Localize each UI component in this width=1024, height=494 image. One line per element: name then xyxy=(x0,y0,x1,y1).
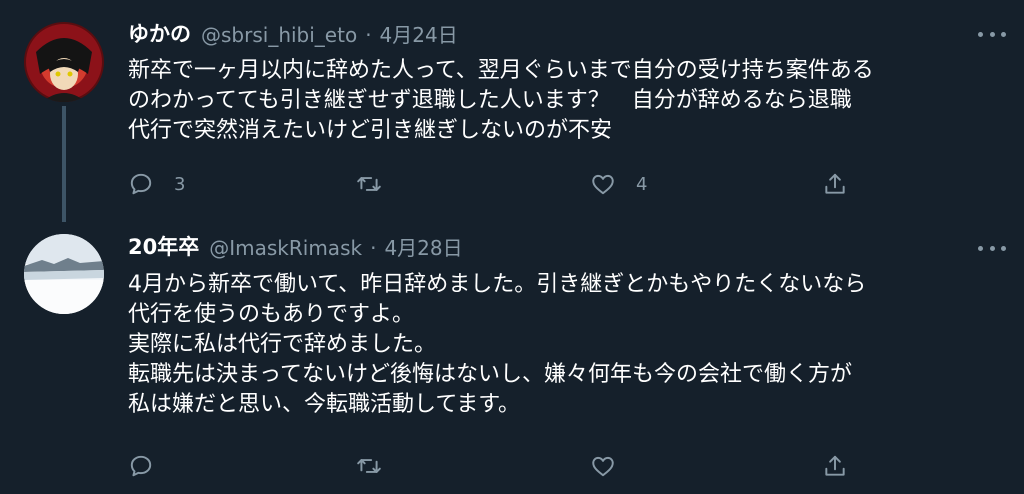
retweet-icon xyxy=(357,177,381,191)
reply-button[interactable] xyxy=(128,448,174,484)
reply-button[interactable]: 3 xyxy=(128,166,185,202)
share-button[interactable] xyxy=(822,448,848,484)
tweet-text-line: 私は嫌だと思い、今転職活動してます。 xyxy=(128,392,521,417)
tweet-actions xyxy=(128,448,858,484)
tweet-header: ゆかの @sbrsi_hibi_eto · 4月24日 xyxy=(128,18,458,48)
tweet-text-line: 代行を使うのもありですよ。 xyxy=(128,302,415,327)
like-icon xyxy=(592,174,614,195)
tweet-text-line: 転職先は決まってないけど後悔はないし、嫌々何年も今の会社で働く方が xyxy=(128,362,853,387)
like-icon xyxy=(592,456,614,477)
tweet-header: 20年卒 @ImaskRimask · 4月28日 xyxy=(128,231,463,261)
reply-count: 3 xyxy=(174,173,186,195)
separator-dot: · xyxy=(370,235,377,260)
separator-dot: · xyxy=(365,22,372,47)
tweet-date[interactable]: 4月24日 xyxy=(380,23,458,47)
tweet-text-line: 4月から新卒で働いて、昨日辞めました。引き継ぎとかもやりたくないなら xyxy=(128,272,867,297)
like-count: 4 xyxy=(636,173,648,195)
tweet-text-line: 新卒で一ヶ月以内に辞めた人って、翌月ぐらいまで自分の受け持ち案件ある xyxy=(128,58,874,83)
like-button[interactable] xyxy=(590,448,636,484)
retweet-icon xyxy=(357,459,381,473)
tweet-date[interactable]: 4月28日 xyxy=(384,236,462,260)
tweet-meta: @sbrsi_hibi_eto · 4月24日 xyxy=(201,19,458,48)
share-button[interactable] xyxy=(822,166,848,202)
tweet-text: 4月から新卒で働いて、昨日辞めました。引き継ぎとかもやりたくないなら 代行を使う… xyxy=(128,270,1008,420)
thread-connector xyxy=(62,106,66,222)
display-name[interactable]: ゆかの xyxy=(128,18,191,48)
tweet-text-line: 実際に私は代行で辞めました。 xyxy=(128,332,437,357)
retweet-button[interactable] xyxy=(356,166,402,202)
user-handle[interactable]: @sbrsi_hibi_eto xyxy=(201,23,357,47)
avatar[interactable] xyxy=(24,234,104,314)
user-handle[interactable]: @ImaskRimask xyxy=(209,236,362,260)
avatar[interactable] xyxy=(24,22,104,102)
share-icon xyxy=(825,455,845,476)
timeline: ゆかの @sbrsi_hibi_eto · 4月24日 新卒で一ヶ月以内に辞めた人っ… xyxy=(0,0,1024,494)
display-name[interactable]: 20年卒 xyxy=(128,231,199,261)
tweet-text-line: のわかってても引き継ぎせず退職した人います？ 自分が辞めるなら退職 xyxy=(128,88,852,113)
like-button[interactable]: 4 xyxy=(590,166,647,202)
share-icon xyxy=(825,173,845,194)
reply-icon xyxy=(130,173,152,195)
tweet-text-line: 代行で突然消えたいけど引き継ぎしないのが不安 xyxy=(128,118,613,143)
reply-icon xyxy=(130,455,152,477)
tweet-actions: 3 4 xyxy=(128,166,858,202)
tweet[interactable]: ゆかの @sbrsi_hibi_eto · 4月24日 新卒で一ヶ月以内に辞めた人っ… xyxy=(0,0,1024,222)
more-icon[interactable] xyxy=(978,238,1006,258)
more-icon[interactable] xyxy=(978,24,1006,44)
tweet-meta: @ImaskRimask · 4月28日 xyxy=(209,232,462,261)
tweet[interactable]: 20年卒 @ImaskRimask · 4月28日 4月から新卒で働いて、昨日辞めま… xyxy=(0,222,1024,494)
retweet-button[interactable] xyxy=(356,448,402,484)
tweet-text: 新卒で一ヶ月以内に辞めた人って、翌月ぐらいまで自分の受け持ち案件ある のわかって… xyxy=(128,56,1008,146)
